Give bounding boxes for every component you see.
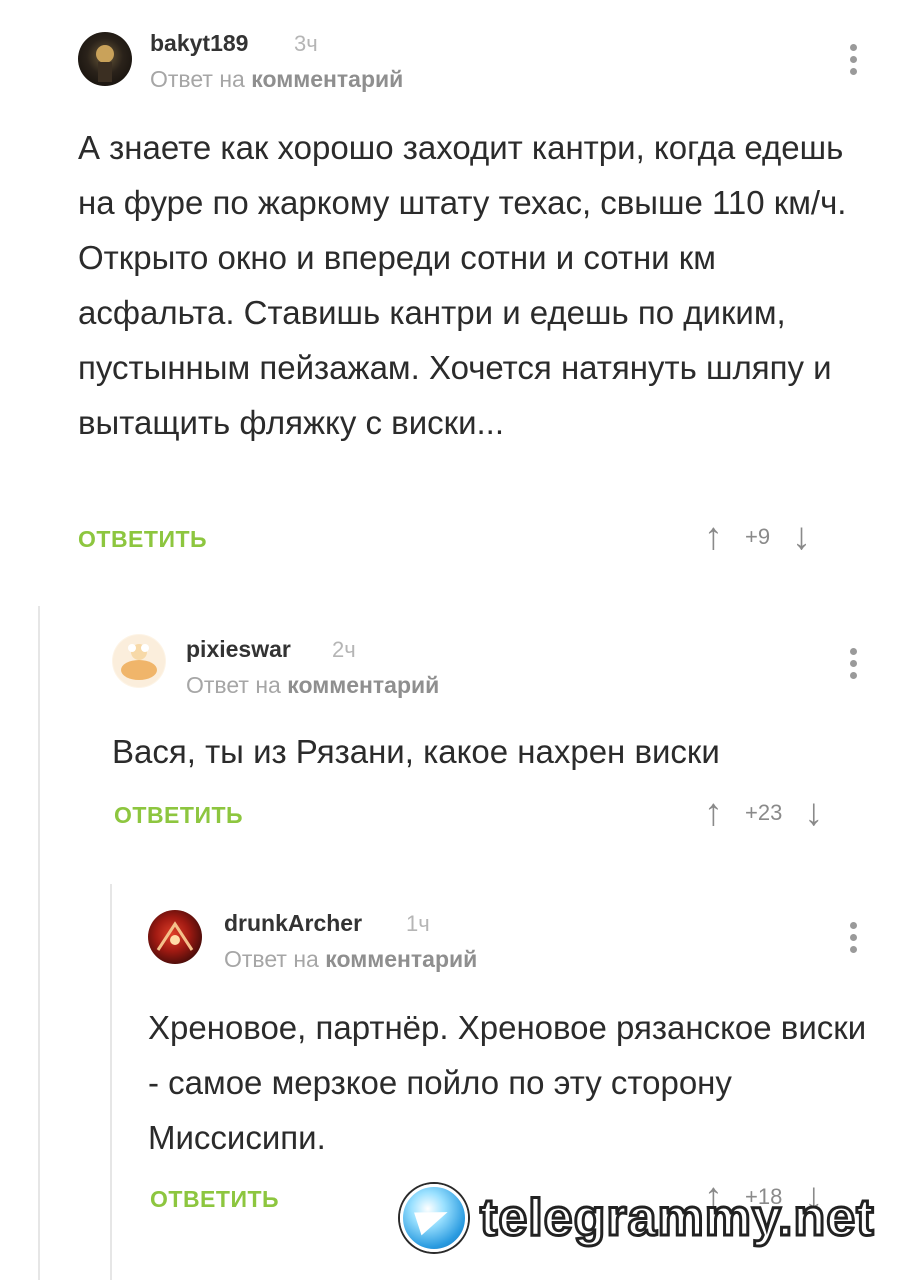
reply-target-link[interactable]: комментарий xyxy=(325,946,477,972)
telegram-logo-icon xyxy=(400,1184,468,1252)
avatar[interactable] xyxy=(112,634,166,688)
reply-target-link[interactable]: комментарий xyxy=(251,66,403,92)
downvote-icon[interactable]: ↓ xyxy=(792,518,811,556)
comment-time: 1ч xyxy=(406,911,430,936)
more-options-icon[interactable] xyxy=(848,648,858,679)
avatar-image-icon xyxy=(156,921,194,951)
vote-controls: ↑ +23 ↓ xyxy=(704,794,823,832)
score: +23 xyxy=(745,800,783,825)
reply-to-line: Ответ на комментарий xyxy=(224,946,477,973)
reply-to-line: Ответ на комментарий xyxy=(186,672,439,699)
comment-text: Хреновое, партнёр. Хреновое рязанское ви… xyxy=(148,1009,867,1156)
username[interactable]: bakyt189 xyxy=(150,30,248,57)
comment-text: Вася, ты из Рязани, какое нахрен виски xyxy=(112,733,720,770)
avatar-image-icon xyxy=(96,45,114,82)
avatar-image-icon xyxy=(113,635,165,687)
comment-time: 3ч xyxy=(294,31,318,56)
watermark-text: telegrammy.net xyxy=(479,1188,876,1249)
upvote-icon[interactable]: ↑ xyxy=(704,794,723,832)
vote-controls: ↑ +9 ↓ xyxy=(704,518,811,556)
more-options-icon[interactable] xyxy=(848,44,858,75)
avatar[interactable] xyxy=(148,910,202,964)
downvote-icon[interactable]: ↓ xyxy=(804,794,823,832)
comment-time: 2ч xyxy=(332,637,356,662)
score: +9 xyxy=(745,524,771,549)
reply-to-line: Ответ на комментарий xyxy=(150,66,403,93)
thread-line-level-1 xyxy=(38,606,40,1280)
reply-button[interactable]: ОТВЕТИТЬ xyxy=(78,526,207,553)
reply-prefix: Ответ на xyxy=(150,66,245,92)
watermark: telegrammy.net xyxy=(400,1184,875,1252)
upvote-icon[interactable]: ↑ xyxy=(704,518,723,556)
reply-button[interactable]: ОТВЕТИТЬ xyxy=(150,1186,279,1213)
reply-target-link[interactable]: комментарий xyxy=(287,672,439,698)
username[interactable]: drunkArcher xyxy=(224,910,362,937)
more-options-icon[interactable] xyxy=(848,922,858,953)
username[interactable]: pixieswar xyxy=(186,636,291,663)
reply-prefix: Ответ на xyxy=(224,946,319,972)
thread-line-level-2 xyxy=(110,884,112,1280)
reply-button[interactable]: ОТВЕТИТЬ xyxy=(114,802,243,829)
avatar[interactable] xyxy=(78,32,132,86)
reply-prefix: Ответ на xyxy=(186,672,281,698)
comment-text: А знаете как хорошо заходит кантри, когд… xyxy=(78,129,847,441)
